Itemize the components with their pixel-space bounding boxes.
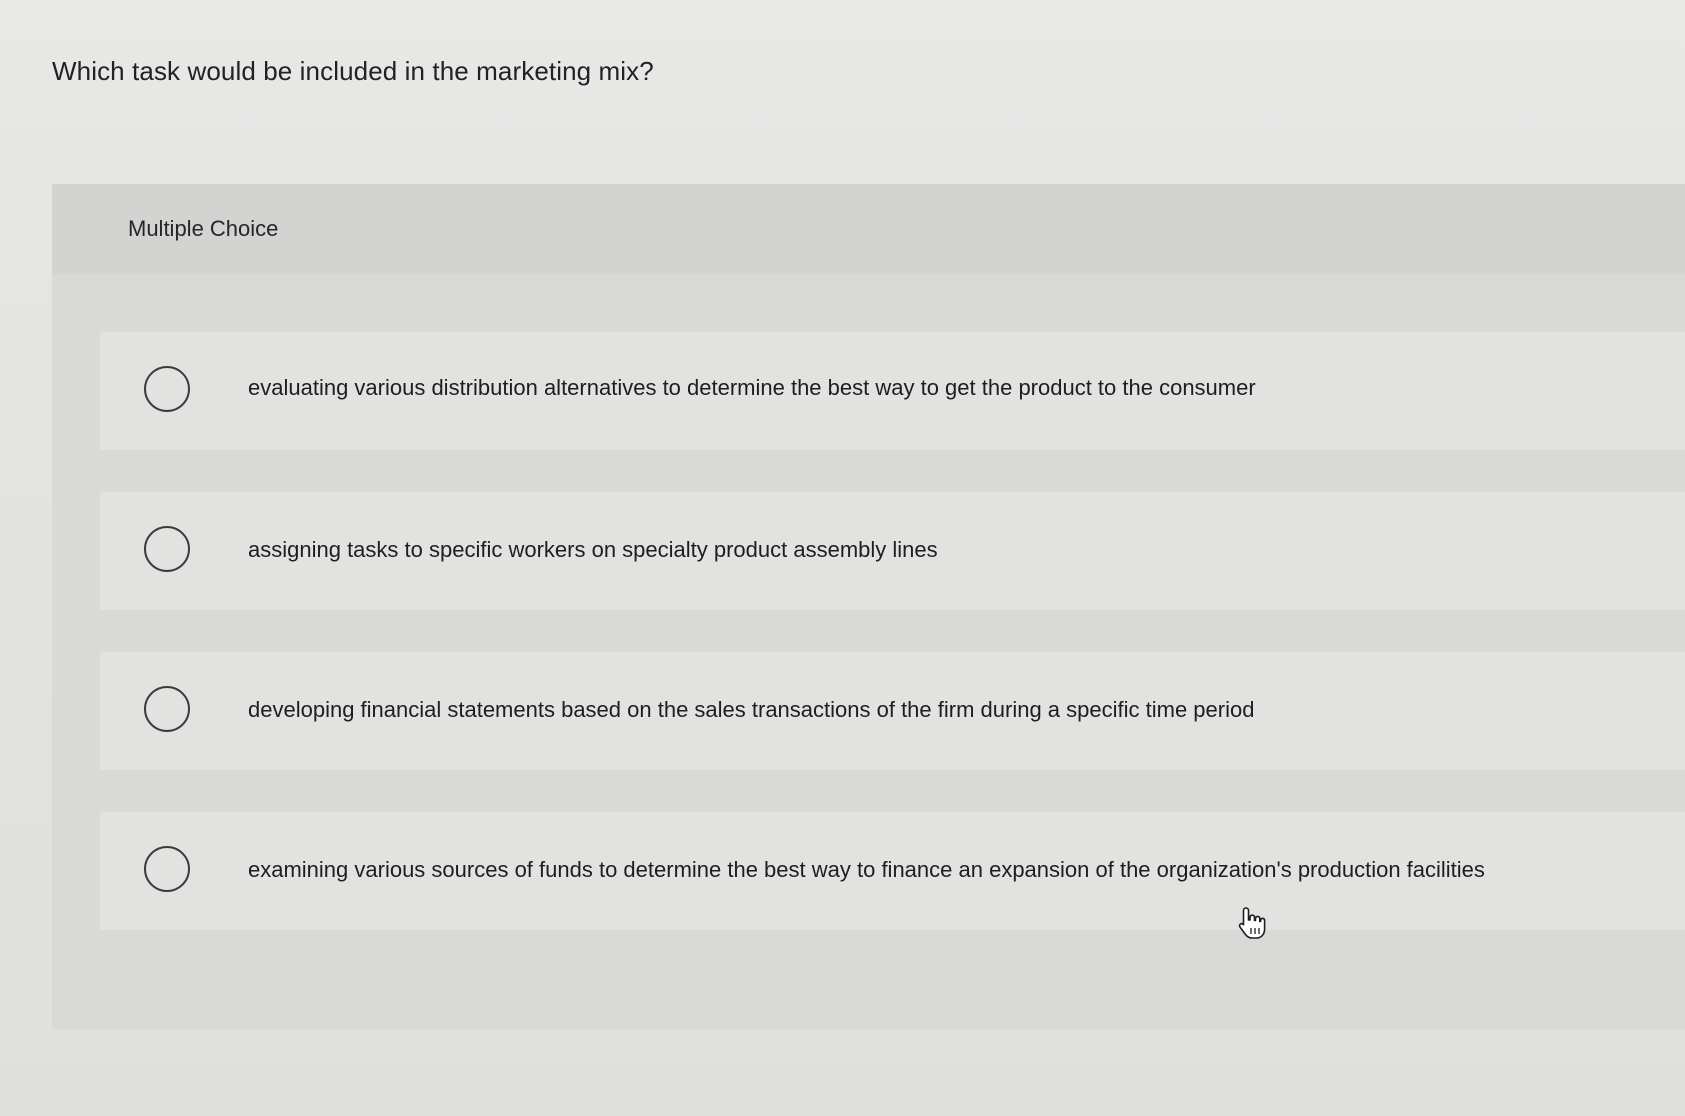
radio-button[interactable]: [144, 366, 190, 412]
choice-text[interactable]: developing financial statements based on…: [248, 697, 1254, 723]
radio-button[interactable]: [144, 526, 190, 572]
choice-text[interactable]: assigning tasks to specific workers on s…: [248, 537, 938, 563]
question-text: Which task would be included in the mark…: [52, 56, 654, 86]
choice-option[interactable]: examining various sources of funds to de…: [100, 812, 1685, 930]
choice-option[interactable]: evaluating various distribution alternat…: [100, 332, 1685, 450]
hand-pointer-icon: [1238, 907, 1266, 939]
radio-button[interactable]: [144, 686, 190, 732]
choice-option[interactable]: assigning tasks to specific workers on s…: [100, 492, 1685, 610]
choice-text[interactable]: examining various sources of funds to de…: [248, 857, 1485, 883]
panel-header: Multiple Choice: [52, 184, 1685, 274]
question-type-label: Multiple Choice: [128, 216, 279, 241]
radio-button[interactable]: [144, 846, 190, 892]
choice-option[interactable]: developing financial statements based on…: [100, 652, 1685, 770]
choice-text[interactable]: evaluating various distribution alternat…: [248, 375, 1256, 401]
multiple-choice-panel: Multiple Choice evaluating various distr…: [52, 184, 1685, 1029]
